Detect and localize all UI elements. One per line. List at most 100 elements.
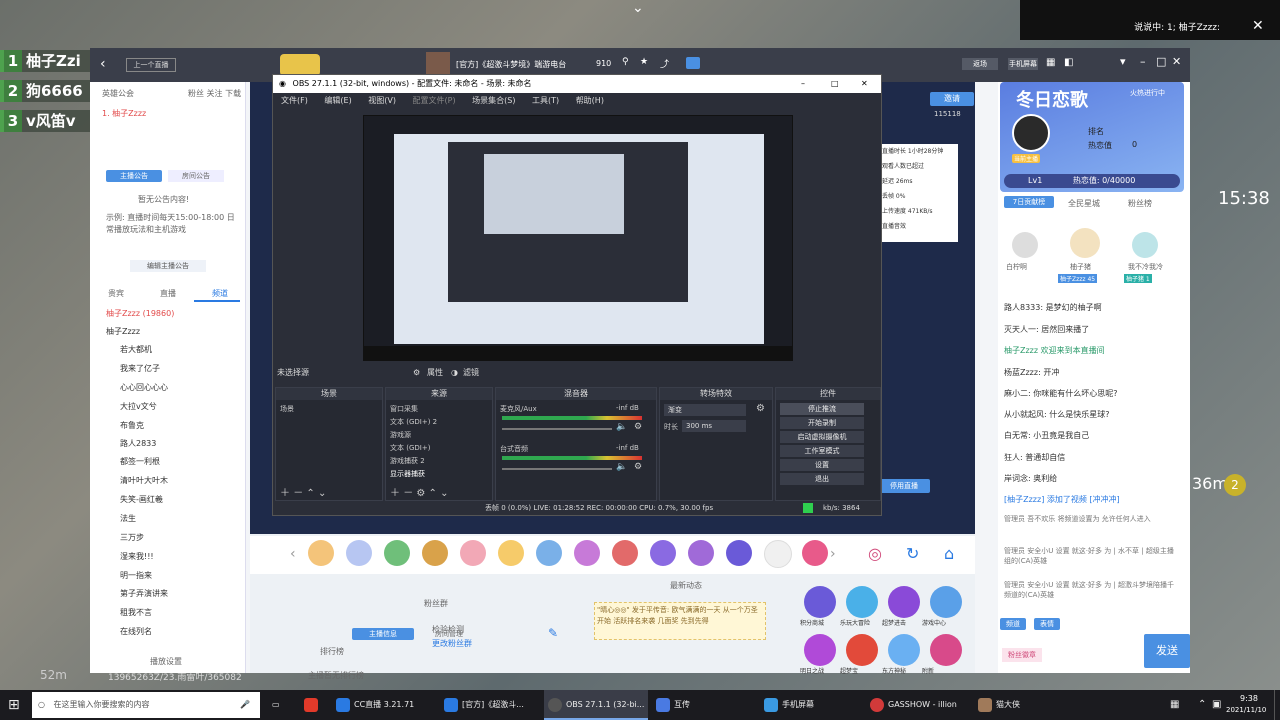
up-icon[interactable]: ⌃ (429, 488, 437, 499)
channel-button[interactable]: 频道 (1000, 618, 1026, 630)
task-view-icon[interactable]: ▭ (272, 690, 280, 720)
close-icon[interactable]: ✕ (861, 75, 868, 93)
transition-select[interactable]: 渐变 (664, 404, 746, 416)
scene-item[interactable]: 场景 (280, 404, 294, 414)
menu-scene-collection[interactable]: 场景集合(S) (472, 96, 515, 105)
avatar[interactable] (1012, 232, 1038, 258)
fans-group-link[interactable]: 更改粉丝群 (432, 638, 472, 649)
windows-start-icon[interactable]: ⊞ (8, 690, 20, 720)
gift-item[interactable] (688, 540, 714, 566)
keyboard-icon[interactable]: ▦ (1170, 690, 1179, 720)
list-item[interactable]: 我来了亿子 (120, 363, 160, 374)
play-settings[interactable]: 播放设置 (150, 656, 182, 667)
subtab-vip[interactable]: 贵宾 (108, 288, 124, 299)
speaker-icon[interactable]: 🔈 (616, 422, 627, 432)
gear-icon[interactable]: ⚙ (416, 488, 425, 499)
gift-item[interactable] (308, 540, 334, 566)
tab-room-notice[interactable]: 房间公告 (168, 170, 224, 182)
gift-item[interactable] (612, 540, 638, 566)
subtab-channel[interactable]: 频道 (212, 288, 228, 299)
home-icon[interactable]: ⌂ (944, 544, 954, 563)
game-icon[interactable] (930, 586, 962, 618)
tab-star-city[interactable]: 全民星城 (1068, 198, 1100, 209)
studio-mode-button[interactable]: 工作室模式 (780, 445, 864, 457)
taskbar-item[interactable]: 猫大侠 (974, 690, 1074, 720)
gift-item[interactable] (498, 540, 524, 566)
gift-item[interactable] (346, 540, 372, 566)
avatar[interactable] (1132, 232, 1158, 258)
taskbar-item[interactable]: 互传 (652, 690, 752, 720)
add-icon[interactable]: ＋ (390, 488, 400, 499)
gift-item[interactable] (726, 540, 752, 566)
volume-slider[interactable] (502, 468, 612, 470)
exit-button[interactable]: 退出 (780, 473, 864, 485)
taskbar-item[interactable]: [官方]《超激斗... (440, 690, 540, 720)
list-item[interactable]: 三万步 (120, 532, 144, 543)
add-icon[interactable]: ＋ (280, 488, 290, 499)
avatar[interactable] (1070, 228, 1100, 258)
stop-stream-button[interactable]: 停用直播 (878, 479, 930, 493)
taskbar-item[interactable]: GASSHOW - illion (866, 690, 970, 720)
gift-item[interactable] (764, 540, 792, 568)
list-item[interactable]: 明一指来 (120, 570, 152, 581)
taskbar-item[interactable]: OBS 27.1.1 (32-bi... (544, 690, 648, 720)
emoji-button[interactable]: 表情 (1034, 618, 1060, 630)
prev-live-button[interactable]: 上一个直播 (126, 58, 176, 72)
mobile-screen-button[interactable]: 手机屏幕 (1008, 58, 1038, 70)
tab-streamer-notice[interactable]: 主播公告 (106, 170, 162, 182)
list-item[interactable]: 都签一利根 (120, 456, 160, 467)
edit-notice-button[interactable]: 编辑主播公告 (130, 260, 206, 272)
clock-date[interactable]: 2021/11/10 (1226, 706, 1266, 714)
speaker-icon[interactable]: 🔈 (616, 462, 627, 472)
header-links[interactable]: 粉丝 关注 下载 (188, 88, 241, 99)
game-icon[interactable] (846, 634, 878, 666)
volume-slider[interactable] (502, 428, 612, 430)
list-item[interactable]: 若大都机 (120, 344, 152, 355)
duration-input[interactable]: 300 ms (682, 420, 746, 432)
menu-icon[interactable]: ▾ (1120, 55, 1126, 68)
chevron-down-icon[interactable]: ⌄ (632, 0, 644, 16)
gift-item[interactable] (574, 540, 600, 566)
stop-streaming-button[interactable]: 停止推流 (780, 403, 864, 415)
close-icon[interactable]: ✕ (1252, 18, 1264, 34)
list-item[interactable]: 布鲁克 (120, 420, 144, 431)
menu-view[interactable]: 视图(V) (368, 96, 396, 105)
game-icon[interactable] (888, 634, 920, 666)
menu-profile[interactable]: 配置文件(P) (413, 96, 456, 105)
camera-icon[interactable] (686, 57, 700, 69)
list-item[interactable]: 湿来我!!! (120, 551, 154, 562)
gift-item[interactable] (422, 540, 448, 566)
filter-icon[interactable]: ◑ (451, 365, 458, 381)
list-item[interactable]: 路人2833 (120, 438, 156, 449)
remove-icon[interactable]: － (293, 488, 303, 499)
clock-time[interactable]: 9:38 (1240, 694, 1258, 703)
taskbar-item[interactable]: 手机屏幕 (760, 690, 860, 720)
properties-button[interactable]: 属性 (427, 365, 443, 381)
edit-icon[interactable]: ✎ (548, 626, 558, 640)
minimize-icon[interactable]: – (801, 75, 805, 93)
list-item[interactable]: 心心回心心心 (120, 382, 168, 393)
list-item[interactable]: 租我不言 (120, 607, 152, 618)
game-icon[interactable] (846, 586, 878, 618)
list-item[interactable]: 柚子Zzzz (19860) (106, 308, 174, 319)
game-icon[interactable] (804, 634, 836, 666)
chevron-right-icon[interactable]: › (830, 546, 836, 562)
list-item[interactable]: 大拉v文兮 (120, 401, 157, 412)
list-item[interactable]: 柚子Zzzz (106, 326, 140, 337)
app-icon[interactable] (304, 690, 322, 720)
source-item[interactable]: 文本 (GDI+) (390, 443, 430, 453)
down-icon[interactable]: ⌄ (440, 488, 448, 499)
return-button[interactable]: 返场 (962, 58, 998, 70)
gift-item[interactable] (460, 540, 486, 566)
back-arrow-icon[interactable]: ‹ (100, 56, 106, 72)
maximize-icon[interactable]: □ (831, 75, 839, 93)
source-item[interactable]: 游戏捕获 2 (390, 456, 425, 466)
game-icon[interactable] (930, 634, 962, 666)
up-icon[interactable]: ⌃ (306, 488, 314, 499)
tray-up-icon[interactable]: ⌃ (1198, 690, 1206, 720)
send-button[interactable]: 发送 (1144, 634, 1190, 668)
invite-button[interactable]: 邀请 (930, 92, 974, 106)
refresh-icon[interactable]: ↻ (906, 544, 919, 563)
taskbar-item[interactable]: CC直播 3.21.71 (332, 690, 432, 720)
online-user[interactable]: 1. 柚子Zzzz (102, 108, 146, 119)
